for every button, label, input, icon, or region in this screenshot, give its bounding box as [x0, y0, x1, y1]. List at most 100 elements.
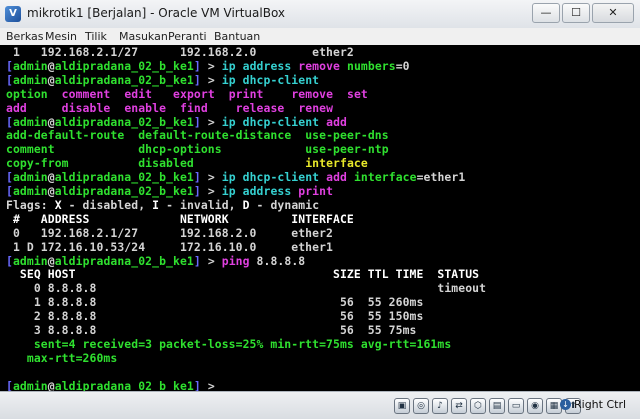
hdd-icon[interactable]: ▣ — [394, 398, 410, 414]
terminal-text: ] — [193, 184, 201, 198]
terminal-text: ] — [193, 378, 201, 391]
terminal-text: > — [200, 114, 222, 129]
terminal-line: 0 192.168.2.1/27 192.168.2.0 ether2 — [6, 226, 333, 240]
terminal-text: > — [200, 170, 222, 185]
minimize-button[interactable]: — — [532, 3, 560, 23]
terminal-text: remove — [291, 58, 341, 73]
terminal-text: admin — [12, 184, 48, 198]
video-capture-icon[interactable]: ◉ — [527, 398, 543, 414]
terminal-text: ] — [193, 58, 201, 73]
terminal-text: > — [200, 58, 222, 73]
terminal-text: aldipradana_02_b_ke1 — [54, 378, 194, 391]
terminal-text: copy-from — [6, 156, 69, 171]
terminal-text: 1 D 172.16.10.53/24 172.16.10.0 ether1 — [6, 239, 334, 254]
virtualbox-icon: V — [5, 6, 21, 22]
terminal-text: ip dhcp-client — [221, 114, 320, 129]
terminal-line: [admin@aldipradana_02_b_ke1] > ip addres… — [6, 184, 333, 198]
terminal-text: add — [319, 114, 347, 129]
terminal-text: sent=4 received=3 packet-loss=25% min-rt… — [6, 336, 452, 351]
menu-tilik[interactable]: Tilik — [85, 30, 107, 43]
terminal-text: > — [200, 184, 222, 198]
terminal-text: aldipradana_02_b_ke1 — [54, 114, 194, 129]
terminal-text: aldipradana_02_b_ke1 — [54, 58, 194, 73]
terminal-text: 8.8.8.8 — [249, 253, 306, 268]
terminal-line: 2 8.8.8.8 56 55 150ms — [6, 309, 424, 324]
terminal-text: > — [200, 72, 222, 87]
menu-bar: Berkas Mesin Tilik Masukan Peranti Bantu… — [0, 28, 640, 46]
terminal-text: max-rtt=260ms — [6, 350, 118, 365]
terminal-text: 1 192.168.2.1/27 192.168.2.0 ether2 — [6, 45, 354, 59]
terminal-text: @ — [47, 253, 55, 268]
terminal-text: renew — [298, 100, 334, 115]
terminal-text: [ — [6, 114, 13, 129]
menu-mesin[interactable]: Mesin — [45, 30, 77, 43]
terminal-text: export — [173, 86, 215, 101]
terminal-text: aldipradana_02_b_ke1 — [54, 253, 194, 268]
terminal-line: option comment edit export print remove … — [6, 87, 368, 101]
terminal-text: print — [228, 86, 264, 101]
terminal-line: copy-from disabled interface — [6, 156, 368, 170]
terminal-text: [ — [6, 253, 13, 268]
terminal-text: add — [6, 100, 27, 115]
terminal-line: 0 8.8.8.8 timeout — [6, 281, 486, 295]
terminal-line: [admin@aldipradana_02_b_ke1] > _ — [6, 379, 229, 391]
terminal-text: 0 8.8.8.8 timeout — [6, 281, 487, 296]
optical-icon[interactable]: ◎ — [413, 398, 429, 414]
terminal-text: use-peer-dns — [305, 128, 389, 143]
terminal-line: 1 8.8.8.8 56 55 260ms — [6, 295, 424, 309]
terminal-line: [admin@aldipradana_02_b_ke1] > ip addres… — [6, 59, 410, 73]
terminal-text: [ — [6, 184, 13, 198]
menu-peranti[interactable]: Peranti — [168, 30, 207, 43]
shared-folder-icon[interactable]: ▤ — [489, 398, 505, 414]
terminal-text: edit — [124, 86, 153, 101]
terminal-text: option — [6, 86, 48, 101]
audio-icon[interactable]: ♪ — [432, 398, 448, 414]
terminal-text: - disabled, — [61, 197, 153, 212]
terminal-text: admin — [12, 114, 48, 129]
terminal-text: - dynamic — [249, 197, 320, 212]
terminal-line: comment dhcp-options use-peer-ntp — [6, 142, 389, 156]
terminal-text: admin — [12, 58, 48, 73]
terminal-text: release — [235, 100, 285, 115]
terminal-text: numbers — [340, 58, 396, 73]
terminal-text: 2 8.8.8.8 56 55 150ms — [6, 309, 424, 324]
terminal-line: SEQ HOST SIZE TTL TIME STATUS — [6, 267, 479, 281]
terminal-text: ip address — [221, 184, 292, 198]
menu-bantuan[interactable]: Bantuan — [214, 30, 260, 43]
terminal-text: comment — [6, 142, 55, 157]
usb-icon[interactable]: ⬡ — [470, 398, 486, 414]
terminal-line: 1 192.168.2.1/27 192.168.2.0 ether2 — [6, 45, 354, 59]
terminal-text: use-peer-ntp — [305, 142, 389, 157]
terminal-text: ] — [193, 253, 201, 268]
display-icon[interactable]: ▭ — [508, 398, 524, 414]
menu-berkas[interactable]: Berkas — [6, 30, 44, 43]
close-button[interactable]: ✕ — [592, 3, 634, 23]
terminal-text: ] — [193, 114, 201, 129]
terminal-line: [admin@aldipradana_02_b_ke1] > ip dhcp-c… — [6, 115, 347, 129]
terminal-text: [ — [6, 72, 13, 87]
maximize-button[interactable]: ☐ — [562, 3, 590, 23]
terminal-text: remove — [291, 86, 334, 101]
menu-masukan[interactable]: Masukan — [119, 30, 168, 43]
terminal-text: aldipradana_02_b_ke1 — [54, 184, 194, 198]
network-icon[interactable]: ⇄ — [451, 398, 467, 414]
terminal-text: ] — [193, 170, 201, 185]
terminal-text: @ — [47, 184, 55, 198]
terminal-text: aldipradana_02_b_ke1 — [54, 72, 194, 87]
terminal-text: [ — [6, 378, 13, 391]
terminal-text: > _ — [200, 378, 229, 391]
terminal-text: add-default-route — [6, 128, 125, 143]
terminal-text: comment — [61, 86, 111, 101]
terminal-line: [admin@aldipradana_02_b_ke1] > ip dhcp-c… — [6, 170, 465, 184]
window-titlebar[interactable]: V mikrotik1 [Berjalan] - Oracle VM Virtu… — [0, 0, 640, 29]
terminal-text: print — [291, 184, 334, 198]
terminal-line: 3 8.8.8.8 56 55 75ms — [6, 323, 417, 337]
vm-console-screen[interactable]: 1 192.168.2.1/27 192.168.2.0 ether2 [admi… — [0, 45, 640, 391]
terminal-text: 0 192.168.2.1/27 192.168.2.0 ether2 — [6, 225, 334, 240]
